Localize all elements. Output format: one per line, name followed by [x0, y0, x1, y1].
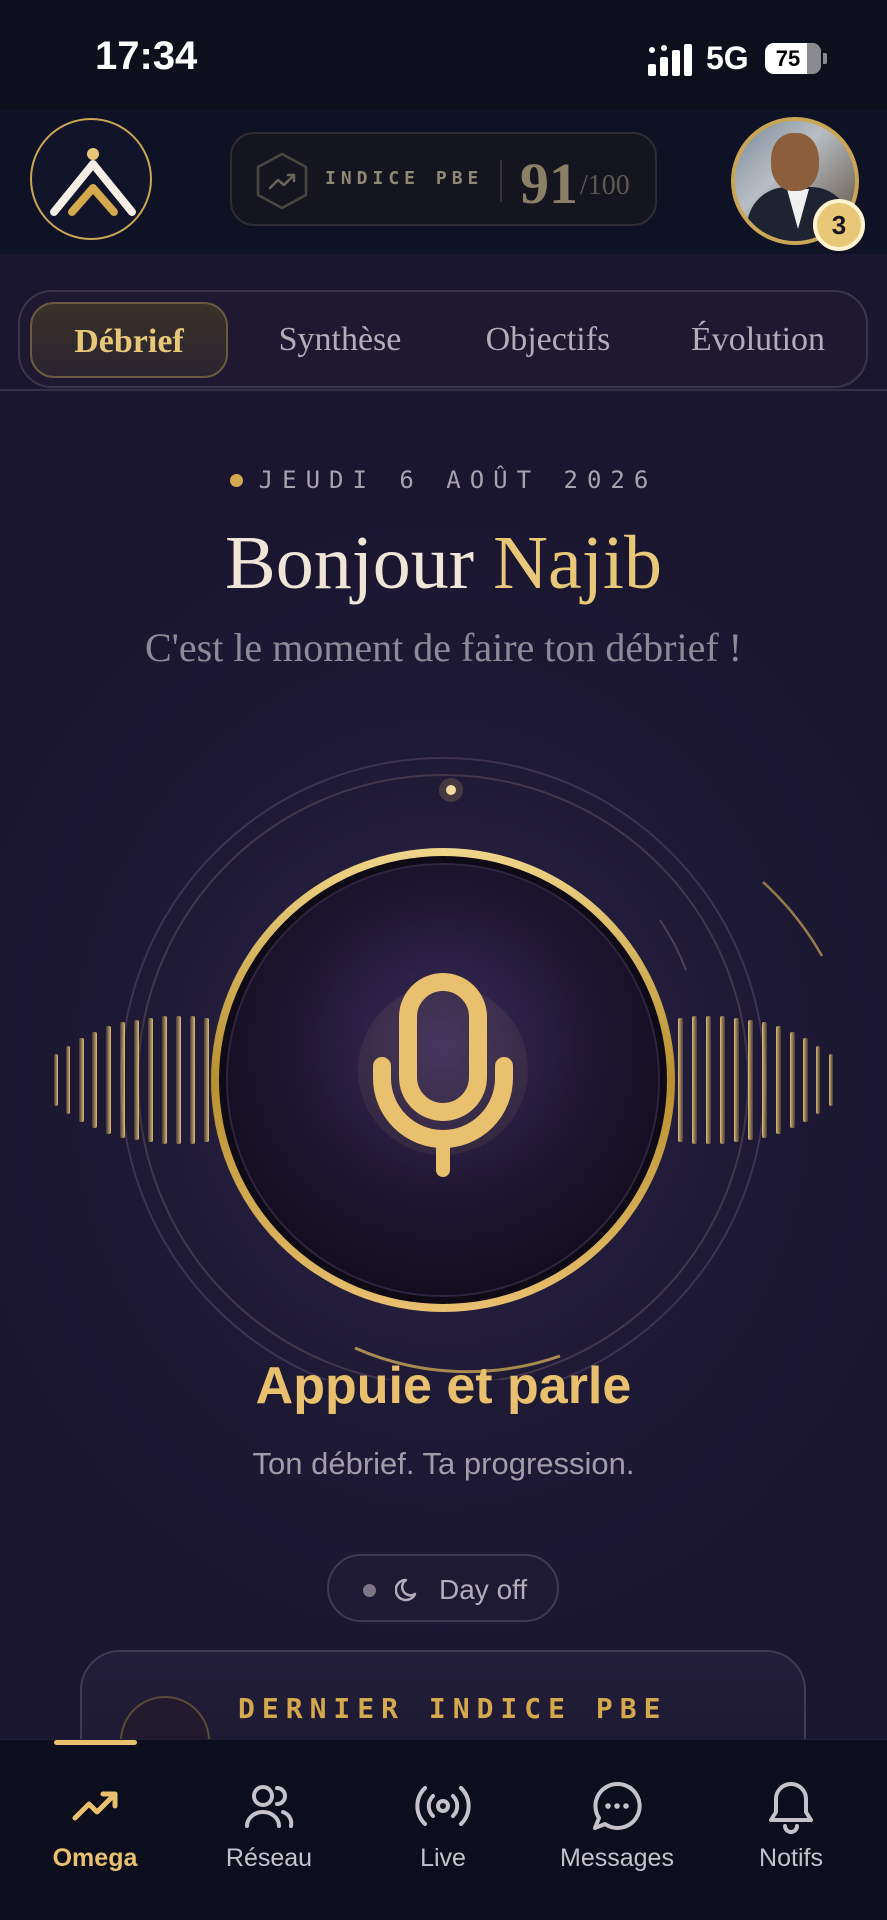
tab-evolution[interactable]: Évolution — [656, 302, 860, 378]
nav-reseau[interactable]: Réseau — [184, 1776, 354, 1873]
status-bar: 17:34 5G 75 — [0, 0, 887, 110]
nav-live[interactable]: Live — [358, 1776, 528, 1873]
omega-logo-icon[interactable] — [30, 118, 152, 240]
pbe-score: 91 — [520, 151, 578, 216]
avatar-notification-badge: 3 — [813, 199, 865, 251]
mic-area — [0, 740, 887, 1410]
moon-icon — [395, 1578, 417, 1602]
current-date: JEUDI 6 AOÛT 2026 — [258, 466, 658, 494]
date-dot — [229, 473, 243, 487]
day-off-dot — [363, 1584, 376, 1597]
mic-visualizer — [54, 750, 833, 1410]
tab-objectifs[interactable]: Objectifs — [450, 302, 646, 378]
bottom-nav: Omega Réseau Live Messages Notifs — [0, 1739, 887, 1920]
battery-tip — [823, 53, 827, 64]
date-row: JEUDI 6 AOÛT 2026 — [0, 466, 887, 494]
tabs-divider — [0, 389, 887, 391]
greeting-title: Bonjour Najib — [0, 520, 887, 607]
record-tagline: Ton débrief. Ta progression. — [252, 1446, 635, 1481]
record-title: Appuie et parle — [255, 1357, 632, 1415]
greeting-subtitle: C'est le moment de faire ton débrief ! — [145, 625, 742, 670]
nav-label-notifs: Notifs — [759, 1844, 823, 1872]
chat-bubble-icon — [593, 1781, 642, 1830]
network-type: 5G — [706, 40, 749, 76]
broadcast-icon — [415, 1786, 471, 1826]
greeting-hello: Bonjour — [225, 521, 475, 605]
trending-hexagon-icon — [256, 152, 308, 210]
pbe-max: /100 — [580, 170, 630, 201]
tab-bar: Débrief Synthèse Objectifs Évolution — [18, 290, 868, 388]
day-off-button[interactable]: Day off — [327, 1554, 559, 1622]
pbe-label: INDICE PBE — [325, 168, 484, 189]
pbe-index-pill[interactable]: INDICE PBE 91 /100 — [230, 132, 657, 226]
app-screen: 17:34 5G 75 INDICE PBE 91 /100 3 Débrief… — [0, 0, 887, 1920]
pbe-divider — [500, 160, 502, 202]
greeting-name: Najib — [493, 521, 662, 605]
nav-messages[interactable]: Messages — [532, 1776, 702, 1873]
nav-label-live: Live — [420, 1844, 466, 1872]
app-header: INDICE PBE 91 /100 — [0, 110, 887, 254]
nav-active-indicator — [54, 1740, 137, 1745]
users-icon — [245, 1785, 294, 1828]
nav-label-messages: Messages — [560, 1844, 674, 1872]
status-time: 17:34 — [95, 34, 198, 78]
tab-synthese[interactable]: Synthèse — [242, 302, 438, 378]
day-off-label: Day off — [439, 1574, 528, 1605]
signal-icon — [648, 44, 692, 76]
bell-icon — [769, 1782, 813, 1834]
nav-label-reseau: Réseau — [225, 1844, 313, 1872]
nav-omega[interactable]: Omega — [10, 1776, 180, 1873]
battery-icon: 75 — [765, 43, 821, 74]
last-pbe-title: DERNIER INDICE PBE — [238, 1692, 668, 1725]
tab-debrief[interactable]: Débrief — [30, 302, 228, 378]
nav-label-omega: Omega — [52, 1844, 138, 1872]
nav-notifs[interactable]: Notifs — [706, 1776, 876, 1873]
battery-level: 75 — [775, 46, 801, 71]
record-button[interactable] — [211, 848, 675, 1312]
trending-up-icon — [72, 1791, 118, 1821]
